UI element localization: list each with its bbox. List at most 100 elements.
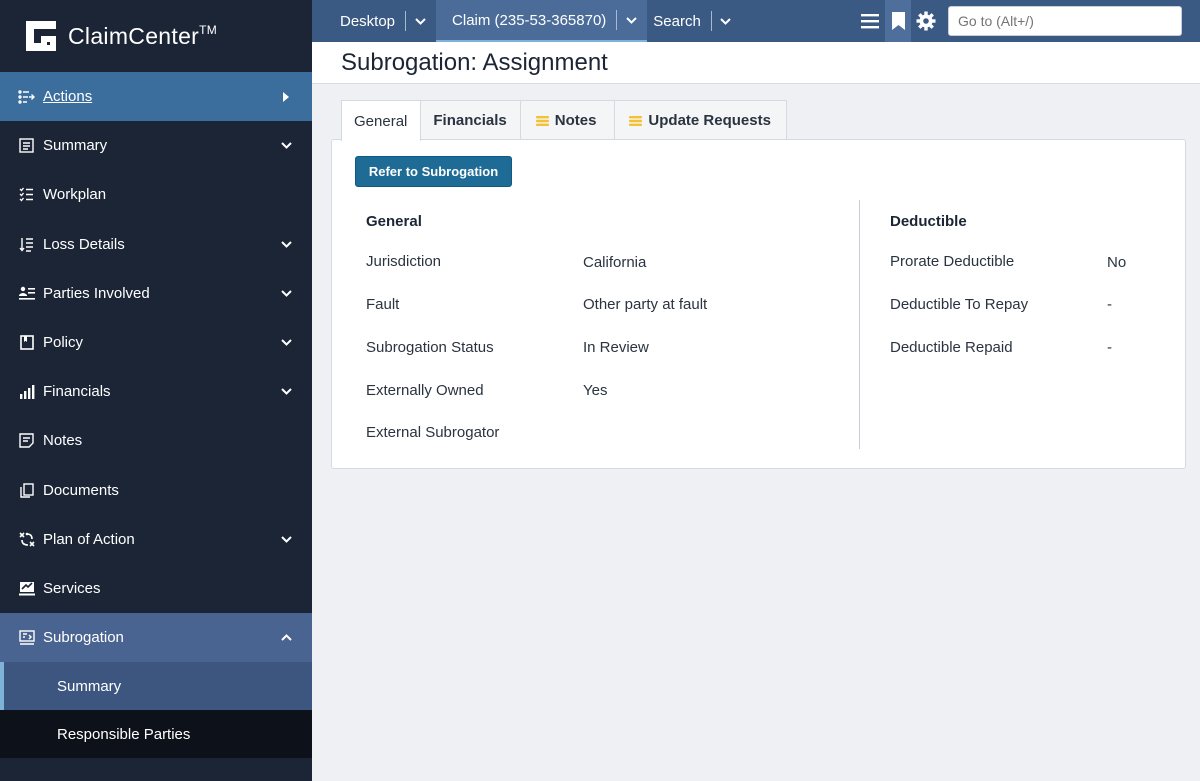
content-tabs: General Financials Notes Update Requests <box>341 100 787 141</box>
externally-owned-value: Yes <box>583 382 608 399</box>
hamburger-menu-icon[interactable] <box>857 0 883 42</box>
sidebar-item-label: Loss Details <box>43 235 125 253</box>
sidebar-item-subrogation[interactable]: Subrogation <box>0 613 312 663</box>
chevron-down-icon <box>280 337 292 349</box>
externally-owned-label: Externally Owned <box>366 382 484 399</box>
prorate-deductible-label: Prorate Deductible <box>890 253 1015 270</box>
deductible-repaid-label: Deductible Repaid <box>890 339 1013 356</box>
sidebar-subitem-summary[interactable]: Summary <box>0 662 312 711</box>
sidebar-item-financials[interactable]: Financials <box>0 367 312 416</box>
tab-label: General <box>354 112 408 130</box>
tab-label: Update Requests <box>648 112 771 129</box>
sidebar-actions[interactable]: Actions <box>0 72 312 122</box>
subrogation-status-label: Subrogation Status <box>366 339 494 356</box>
section-divider <box>859 200 860 449</box>
fault-label: Fault <box>366 296 400 313</box>
deductible-to-repay-value: - <box>1107 296 1112 313</box>
tab-claim[interactable]: Claim (235-53-365870) <box>436 0 648 42</box>
sidebar-item-label: Subrogation <box>43 629 124 647</box>
notes-icon <box>18 432 35 449</box>
sidebar-item-label: Services <box>43 579 101 597</box>
external-subrogator-label: External Subrogator <box>366 424 500 441</box>
sidebar-item-loss-details[interactable]: Loss Details <box>0 220 312 269</box>
sidebar-item-services[interactable]: Services <box>0 564 312 613</box>
sidebar-item-label: Parties Involved <box>43 284 150 302</box>
tab-claim-label: Claim (235-53-365870) <box>452 11 607 29</box>
sidebar-item-label: Financials <box>43 383 111 401</box>
plan-of-action-icon <box>18 531 35 548</box>
sidebar-item-label: Documents <box>43 481 119 499</box>
sidebar-item-documents[interactable]: Documents <box>0 466 312 515</box>
tab-search[interactable]: Search <box>647 0 742 42</box>
refer-to-subrogation-button[interactable]: Refer to Subrogation <box>355 156 512 187</box>
sidebar-item-label: Notes <box>43 432 83 450</box>
subrogation-assignment-card: Refer to Subrogation General Jurisdictio… <box>331 139 1186 469</box>
tab-label: Notes <box>554 112 597 129</box>
jurisdiction-label: Jurisdiction <box>366 253 442 270</box>
tab-desktop[interactable]: Desktop <box>312 0 436 42</box>
sidebar-item-label: Summary <box>43 137 108 155</box>
chevron-down-icon[interactable] <box>625 14 637 26</box>
requests-stack-icon <box>629 115 643 126</box>
documents-icon <box>18 482 35 499</box>
sidebar-item-plan-of-action[interactable]: Plan of Action <box>0 515 312 564</box>
summary-icon <box>18 137 35 154</box>
chevron-down-icon <box>280 238 292 250</box>
chevron-right-icon <box>280 91 292 103</box>
fault-value: Other party at fault <box>583 296 708 313</box>
tab-financials[interactable]: Financials <box>420 100 521 140</box>
tab-separator <box>616 10 618 30</box>
parties-icon <box>18 285 35 302</box>
notes-stack-icon <box>535 115 549 126</box>
page-title-bar: Subrogation: Assignment <box>312 42 1200 84</box>
sidebar-subitem-responsible-parties[interactable]: Responsible Parties <box>0 710 312 759</box>
sidebar-actions-label: Actions <box>43 88 93 106</box>
chevron-down-icon <box>280 287 292 299</box>
top-navigation-bar: Desktop Claim (235-53-365870) Search <box>312 0 1200 42</box>
sidebar: ClaimCenterTM Actions Summary Workplan L… <box>0 0 312 781</box>
gear-icon[interactable] <box>913 0 939 42</box>
app-name: ClaimCenterTM <box>68 22 218 49</box>
app-logo[interactable]: ClaimCenterTM <box>0 0 312 72</box>
claimcenter-logo-icon <box>26 21 56 51</box>
sidebar-item-label: Plan of Action <box>43 530 135 548</box>
tab-notes[interactable]: Notes <box>519 100 616 140</box>
page-title: Subrogation: Assignment <box>341 49 608 76</box>
top-right-controls <box>857 0 1182 42</box>
chevron-down-icon[interactable] <box>720 15 732 27</box>
sidebar-item-notes[interactable]: Notes <box>0 416 312 465</box>
loss-details-icon <box>18 236 35 253</box>
deductible-repaid-value: - <box>1107 339 1112 356</box>
tab-general[interactable]: General <box>341 100 422 141</box>
chevron-down-icon <box>280 140 292 152</box>
tab-update-requests[interactable]: Update Requests <box>614 100 787 140</box>
sidebar-item-label: Workplan <box>43 186 107 204</box>
sidebar-item-parties-involved[interactable]: Parties Involved <box>0 269 312 318</box>
workplan-icon <box>18 186 35 203</box>
prorate-deductible-value: No <box>1107 254 1127 271</box>
tab-desktop-label: Desktop <box>340 12 396 30</box>
financials-icon <box>18 383 35 400</box>
subrogation-status-value: In Review <box>583 339 649 356</box>
chevron-down-icon <box>280 533 292 545</box>
tab-separator <box>710 11 712 31</box>
sidebar-item-policy[interactable]: Policy <box>0 318 312 367</box>
tab-search-label: Search <box>653 12 701 30</box>
general-section-heading: General <box>366 213 422 230</box>
tab-separator <box>405 11 407 31</box>
actions-list-icon <box>18 88 35 105</box>
jurisdiction-value: California <box>583 254 647 271</box>
deductible-section-heading: Deductible <box>890 213 967 230</box>
policy-icon <box>18 334 35 351</box>
sidebar-item-workplan[interactable]: Workplan <box>0 170 312 219</box>
chevron-up-icon <box>280 632 292 644</box>
sidebar-item-summary[interactable]: Summary <box>0 121 312 170</box>
bookmark-icon[interactable] <box>885 0 911 42</box>
tab-label: Financials <box>433 112 507 129</box>
deductible-to-repay-label: Deductible To Repay <box>890 296 1029 313</box>
chevron-down-icon[interactable] <box>414 15 426 27</box>
subrogation-icon <box>18 629 35 646</box>
goto-search-input[interactable] <box>948 6 1182 36</box>
chevron-down-icon <box>280 386 292 398</box>
sidebar-item-label: Policy <box>43 334 84 352</box>
